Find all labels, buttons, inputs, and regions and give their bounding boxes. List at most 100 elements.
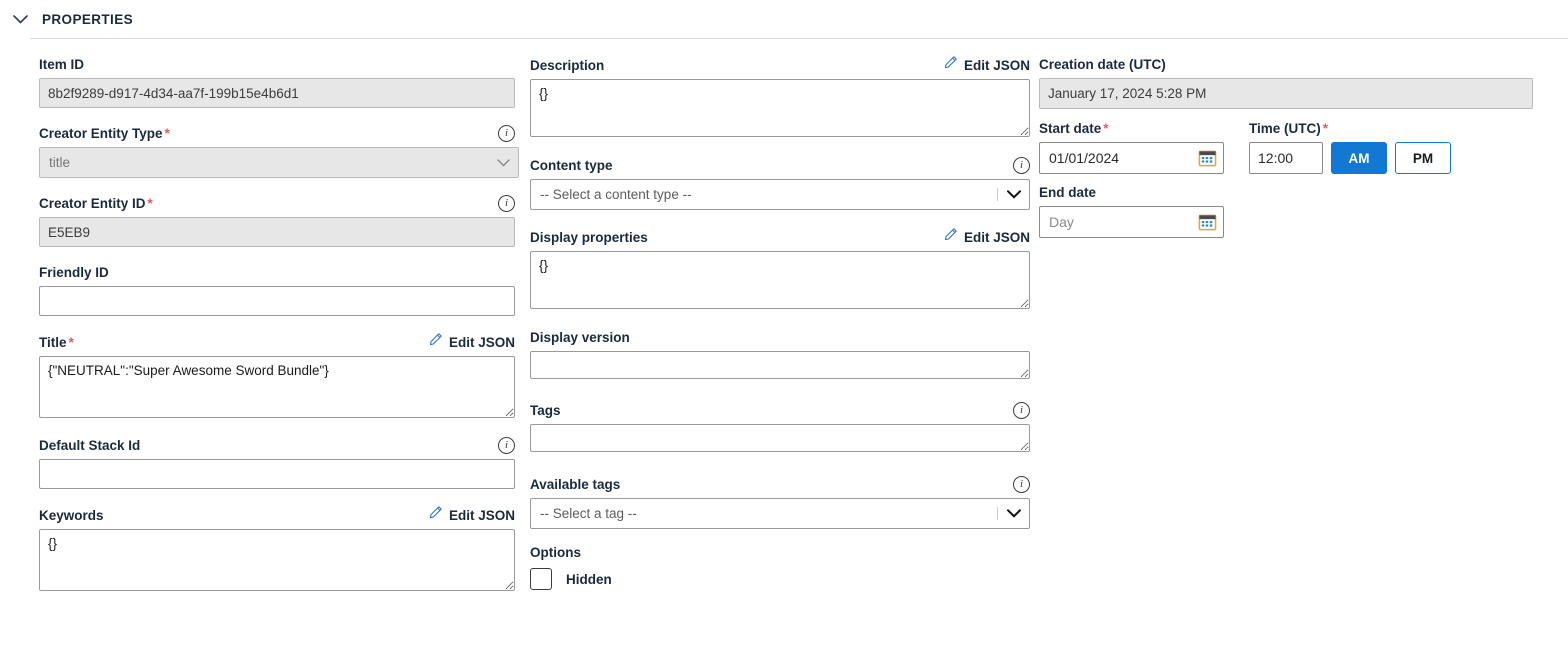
info-icon[interactable]: i [1013,402,1030,419]
field-title: Title* Edit JSON {"NEUTRAL":"Super Aweso… [39,332,515,418]
field-head: Start date* [1039,119,1224,138]
creator-entity-type-select-wrap: title [39,147,519,178]
pencil-icon [428,332,443,352]
display-version-textarea[interactable] [530,351,1030,379]
info-icon[interactable]: i [1013,476,1030,493]
field-friendly-id: Friendly ID [39,263,515,316]
time-group: Time (UTC)* AM PM [1249,119,1451,254]
field-description: Description Edit JSON {} [530,55,1030,137]
creation-date-input[interactable] [1039,78,1533,109]
end-date-label: End date [1039,185,1096,200]
display-properties-label: Display properties [530,230,648,245]
end-date-input[interactable] [1039,206,1224,238]
default-stack-id-input[interactable] [39,459,515,489]
description-textarea[interactable]: {} [530,79,1030,137]
creator-entity-id-label: Creator Entity ID* [39,196,153,211]
title-textarea[interactable]: {"NEUTRAL":"Super Awesome Sword Bundle"} [39,356,515,418]
field-tags: Tags i [530,401,1030,452]
select-divider [997,188,998,201]
available-tags-select[interactable]: -- Select a tag -- [530,498,1030,529]
creator-entity-id-input[interactable] [39,217,515,247]
right-column: Creation date (UTC) Start date* [1030,55,1550,607]
keywords-textarea[interactable]: {} [39,529,515,591]
start-date-input[interactable] [1039,142,1224,174]
tags-textarea[interactable] [530,424,1030,452]
info-icon[interactable]: i [498,195,515,212]
label-text: Time (UTC) [1249,121,1321,136]
available-tags-label: Available tags [530,477,620,492]
page-title: PROPERTIES [42,12,133,27]
info-icon[interactable]: i [498,437,515,454]
required-marker: * [1103,121,1108,136]
creator-entity-type-label: Creator Entity Type* [39,126,170,141]
label-text: Creator Entity ID [39,196,146,211]
field-content-type: Content type i -- Select a content type … [530,156,1030,210]
friendly-id-input[interactable] [39,286,515,316]
pencil-icon [428,505,443,525]
content-type-label: Content type [530,158,613,173]
field-head: Default Stack Id i [39,436,515,455]
date-time-grid: Start date* [1039,119,1550,254]
field-head: Display properties Edit JSON [530,227,1030,247]
creator-entity-type-select[interactable]: title [39,147,519,178]
end-date-wrap [1039,206,1224,238]
field-head: Title* Edit JSON [39,332,515,352]
field-head: Item ID [39,55,515,74]
middle-column: Description Edit JSON {} Content type i [515,55,1030,607]
field-time-utc: Time (UTC)* AM PM [1249,119,1451,174]
required-marker: * [165,126,170,141]
field-start-date: Start date* [1039,119,1224,174]
edit-json-display-properties-button[interactable]: Edit JSON [943,227,1030,247]
hidden-option-row: Hidden [530,568,1030,590]
edit-json-label: Edit JSON [449,335,515,350]
field-head: Creation date (UTC) [1039,55,1550,74]
field-head: Display version [530,328,1030,347]
edit-json-title-button[interactable]: Edit JSON [428,332,515,352]
field-keywords: Keywords Edit JSON {} [39,505,515,591]
field-head: Content type i [530,156,1030,175]
edit-json-keywords-button[interactable]: Edit JSON [428,505,515,525]
default-stack-id-label: Default Stack Id [39,438,140,453]
field-available-tags: Available tags i -- Select a tag -- [530,475,1030,529]
field-head: Available tags i [530,475,1030,494]
info-icon[interactable]: i [498,125,515,142]
hidden-checkbox-label: Hidden [566,572,612,587]
field-display-properties: Display properties Edit JSON {} [530,227,1030,309]
content-type-select[interactable]: -- Select a content type -- [530,179,1030,210]
time-utc-label: Time (UTC)* [1249,121,1328,136]
pm-button[interactable]: PM [1395,142,1451,174]
am-button[interactable]: AM [1331,142,1387,174]
edit-json-description-button[interactable]: Edit JSON [943,55,1030,75]
field-options: Options Hidden [530,543,1030,590]
time-input[interactable] [1249,142,1323,174]
description-label: Description [530,58,604,73]
friendly-id-label: Friendly ID [39,265,109,280]
properties-form: Item ID Creator Entity Type* i title [0,39,1568,607]
keywords-label: Keywords [39,508,104,523]
chevron-down-icon[interactable] [10,9,30,29]
field-item-id: Item ID [39,55,515,108]
creation-date-label: Creation date (UTC) [1039,57,1166,72]
calendar-icon[interactable] [1198,149,1217,168]
tags-label: Tags [530,403,561,418]
field-head: Time (UTC)* [1249,119,1451,138]
edit-json-label: Edit JSON [449,508,515,523]
label-text: Title [39,335,67,350]
content-type-select-wrap: -- Select a content type -- [530,179,1030,210]
hidden-checkbox[interactable] [530,568,552,590]
field-head: Description Edit JSON [530,55,1030,75]
item-id-input[interactable] [39,78,515,108]
field-default-stack-id: Default Stack Id i [39,436,515,489]
field-head: Tags i [530,401,1030,420]
display-properties-textarea[interactable]: {} [530,251,1030,309]
time-controls: AM PM [1249,142,1451,174]
calendar-icon[interactable] [1198,213,1217,232]
field-head: Options [530,543,1030,562]
select-divider [997,507,998,520]
label-text: Start date [1039,121,1101,136]
info-icon[interactable]: i [1013,157,1030,174]
field-end-date: End date [1039,183,1224,238]
pencil-icon [943,55,958,75]
options-label: Options [530,545,581,560]
field-head: Friendly ID [39,263,515,282]
